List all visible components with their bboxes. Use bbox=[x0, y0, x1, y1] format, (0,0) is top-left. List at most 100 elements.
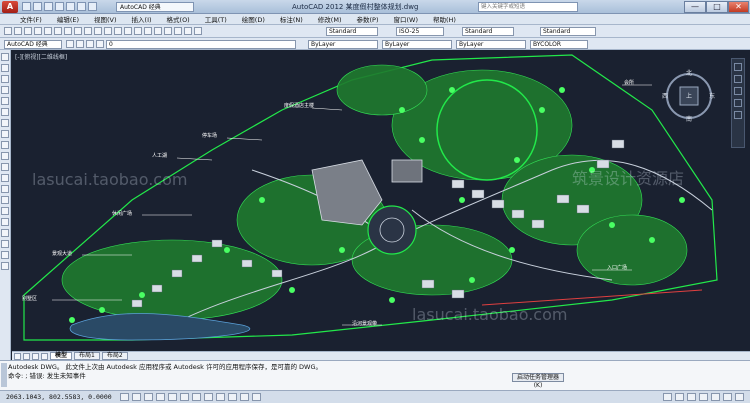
grid-icon[interactable] bbox=[132, 393, 141, 401]
text-style-combo[interactable]: Standard bbox=[326, 27, 378, 36]
clean-screen-icon[interactable] bbox=[735, 393, 744, 401]
model-space-icon[interactable] bbox=[663, 393, 672, 401]
zoom-icon[interactable] bbox=[134, 27, 142, 35]
publish-icon[interactable] bbox=[54, 27, 62, 35]
isolate-icon[interactable] bbox=[723, 393, 732, 401]
workspace-dropdown[interactable]: AutoCAD 经典 bbox=[116, 2, 194, 12]
command-grip[interactable] bbox=[1, 363, 7, 387]
lineweight-combo[interactable]: ByLayer bbox=[456, 40, 526, 49]
compass-north[interactable]: 北 bbox=[686, 68, 692, 77]
open-icon[interactable] bbox=[33, 2, 42, 11]
tool-palettes-icon[interactable] bbox=[184, 27, 192, 35]
zoom-icon[interactable] bbox=[734, 87, 742, 95]
undo-icon[interactable] bbox=[77, 2, 86, 11]
drawing-area[interactable]: [-][俯视][二维线框] 度假酒店主楼 停车场 人工湖 休闲广场 景观大道 别… bbox=[12, 50, 750, 351]
mtext-icon[interactable] bbox=[1, 251, 9, 259]
undo-icon[interactable] bbox=[104, 27, 112, 35]
osnap-icon[interactable] bbox=[168, 393, 177, 401]
dyn-icon[interactable] bbox=[216, 393, 225, 401]
transparency-icon[interactable] bbox=[240, 393, 249, 401]
save-icon[interactable] bbox=[24, 27, 32, 35]
menu-parametric[interactable]: 参数(P) bbox=[356, 14, 378, 24]
linetype-combo[interactable]: ByLayer bbox=[382, 40, 452, 49]
redo-icon[interactable] bbox=[114, 27, 122, 35]
print-icon[interactable] bbox=[34, 27, 42, 35]
tab-last-icon[interactable] bbox=[41, 352, 48, 360]
table-icon[interactable] bbox=[1, 240, 9, 248]
maximize-button[interactable]: □ bbox=[706, 1, 728, 13]
compass-east[interactable]: 东 bbox=[709, 91, 715, 100]
menu-help[interactable]: 帮助(H) bbox=[433, 14, 456, 24]
close-button[interactable]: ✕ bbox=[728, 1, 749, 13]
ortho-icon[interactable] bbox=[144, 393, 153, 401]
tab-first-icon[interactable] bbox=[14, 352, 21, 360]
menu-tools[interactable]: 工具(T) bbox=[205, 14, 227, 24]
bulb-icon[interactable] bbox=[86, 40, 94, 48]
line-icon[interactable] bbox=[1, 53, 9, 61]
menu-view[interactable]: 视图(V) bbox=[94, 14, 117, 24]
menu-modify[interactable]: 修改(M) bbox=[318, 14, 342, 24]
properties-icon[interactable] bbox=[164, 27, 172, 35]
revision-cloud-icon[interactable] bbox=[1, 130, 9, 138]
command-window[interactable]: Autodesk DWG。 此文件上次由 Autodesk 应用程序或 Auto… bbox=[0, 360, 750, 390]
menu-draw[interactable]: 绘图(D) bbox=[242, 14, 265, 24]
compass-west[interactable]: 西 bbox=[662, 91, 668, 100]
dim-style-combo[interactable]: ISO-25 bbox=[396, 27, 444, 36]
saveas-icon[interactable] bbox=[55, 2, 64, 11]
steering-wheel-icon[interactable] bbox=[734, 63, 742, 71]
quick-properties-icon[interactable] bbox=[252, 393, 261, 401]
menu-insert[interactable]: 插入(I) bbox=[132, 14, 152, 24]
minimize-button[interactable]: — bbox=[684, 1, 706, 13]
tab-next-icon[interactable] bbox=[32, 352, 39, 360]
orbit-icon[interactable] bbox=[734, 99, 742, 107]
showmotion-icon[interactable] bbox=[734, 111, 742, 119]
hatch-icon[interactable] bbox=[1, 207, 9, 215]
menu-window[interactable]: 窗口(W) bbox=[393, 14, 418, 24]
coordinate-readout[interactable]: 2063.1043, 802.5583, 0.0000 bbox=[6, 393, 112, 401]
polyline-icon[interactable] bbox=[1, 75, 9, 83]
hardware-accel-icon[interactable] bbox=[711, 393, 720, 401]
polar-icon[interactable] bbox=[156, 393, 165, 401]
spline-icon[interactable] bbox=[1, 141, 9, 149]
table-style-combo[interactable]: Standard bbox=[462, 27, 514, 36]
help-icon[interactable] bbox=[194, 27, 202, 35]
menu-file[interactable]: 文件(F) bbox=[20, 14, 42, 24]
layer-properties-icon[interactable] bbox=[66, 40, 74, 48]
workspace-combo[interactable]: AutoCAD 经典 bbox=[4, 40, 62, 49]
ducs-icon[interactable] bbox=[204, 393, 213, 401]
workspace-switch-icon[interactable] bbox=[687, 393, 696, 401]
preview-icon[interactable] bbox=[44, 27, 52, 35]
region-icon[interactable] bbox=[1, 229, 9, 237]
construction-line-icon[interactable] bbox=[1, 64, 9, 72]
task-manager-button[interactable]: 启动任务管理器(K) bbox=[512, 373, 564, 389]
plot-style-combo[interactable]: BYCOLOR bbox=[530, 40, 588, 49]
new-icon[interactable] bbox=[4, 27, 12, 35]
add-selected-icon[interactable] bbox=[1, 262, 9, 270]
redo-icon[interactable] bbox=[88, 2, 97, 11]
lock-icon[interactable] bbox=[699, 393, 708, 401]
color-combo[interactable]: ByLayer bbox=[308, 40, 378, 49]
command-prompt[interactable]: 命令: ; 错误: 发生未知事件 bbox=[8, 372, 742, 381]
menu-dimension[interactable]: 标注(N) bbox=[280, 14, 303, 24]
lineweight-icon[interactable] bbox=[228, 393, 237, 401]
compass-south[interactable]: 南 bbox=[686, 114, 692, 123]
ellipse-arc-icon[interactable] bbox=[1, 163, 9, 171]
gradient-icon[interactable] bbox=[1, 218, 9, 226]
menu-edit[interactable]: 编辑(E) bbox=[57, 14, 79, 24]
circle-icon[interactable] bbox=[1, 119, 9, 127]
polygon-icon[interactable] bbox=[1, 86, 9, 94]
make-block-icon[interactable] bbox=[1, 185, 9, 193]
open-icon[interactable] bbox=[14, 27, 22, 35]
layer-state-icon[interactable] bbox=[76, 40, 84, 48]
tab-layout1[interactable]: 布局1 bbox=[74, 352, 100, 360]
annotation-scale-icon[interactable] bbox=[675, 393, 684, 401]
tab-model[interactable]: 模型 bbox=[50, 352, 73, 360]
3d-osnap-icon[interactable] bbox=[180, 393, 189, 401]
otrack-icon[interactable] bbox=[192, 393, 201, 401]
paste-icon[interactable] bbox=[84, 27, 92, 35]
rectangle-icon[interactable] bbox=[1, 97, 9, 105]
mleader-style-combo[interactable]: Standard bbox=[540, 27, 596, 36]
tab-layout2[interactable]: 布局2 bbox=[101, 352, 128, 360]
point-icon[interactable] bbox=[1, 196, 9, 204]
arc-icon[interactable] bbox=[1, 108, 9, 116]
